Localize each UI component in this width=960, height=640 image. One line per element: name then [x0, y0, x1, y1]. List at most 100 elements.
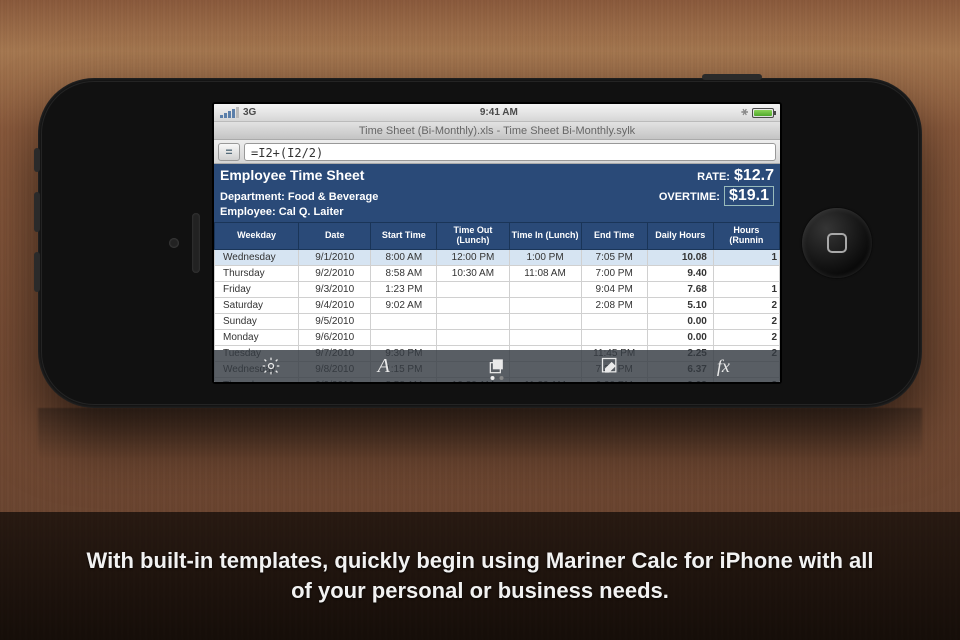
- spreadsheet-grid[interactable]: WeekdayDateStart TimeTime Out (Lunch)Tim…: [214, 222, 780, 382]
- statusbar: 3G 9:41 AM ⚹: [214, 104, 780, 122]
- settings-icon[interactable]: [259, 354, 283, 378]
- sheets-icon[interactable]: [485, 354, 509, 378]
- cell[interactable]: [437, 313, 509, 329]
- caption-text: With built-in templates, quickly begin u…: [80, 546, 880, 605]
- font-icon[interactable]: A: [372, 354, 396, 378]
- cell[interactable]: 9/3/2010: [299, 281, 371, 297]
- ot-value: $19.1: [724, 186, 774, 206]
- col-header: Date: [299, 223, 371, 250]
- col-header: Time Out (Lunch): [437, 223, 509, 250]
- clock: 9:41 AM: [480, 107, 518, 118]
- cell[interactable]: 9/5/2010: [299, 313, 371, 329]
- function-icon[interactable]: fx: [711, 354, 735, 378]
- cell[interactable]: 2: [713, 297, 779, 313]
- cell[interactable]: [437, 281, 509, 297]
- front-camera: [169, 238, 179, 248]
- cell[interactable]: 8:00 AM: [371, 249, 437, 265]
- cell[interactable]: 12:00 PM: [437, 249, 509, 265]
- cell[interactable]: Sunday: [215, 313, 299, 329]
- cell[interactable]: 1: [713, 249, 779, 265]
- table-row[interactable]: Wednesday9/1/20108:00 AM12:00 PM1:00 PM7…: [215, 249, 780, 265]
- cell[interactable]: 1: [713, 281, 779, 297]
- cell[interactable]: [509, 329, 581, 345]
- cell[interactable]: [509, 313, 581, 329]
- cell[interactable]: Monday: [215, 329, 299, 345]
- cell[interactable]: 1:23 PM: [371, 281, 437, 297]
- document-title: Time Sheet (Bi-Monthly).xls - Time Sheet…: [214, 122, 780, 140]
- earpiece-area: [154, 78, 194, 408]
- col-header: Weekday: [215, 223, 299, 250]
- col-header: Hours (Runnin: [713, 223, 779, 250]
- rate-label: RATE:: [697, 171, 730, 183]
- cell[interactable]: [371, 313, 437, 329]
- cell[interactable]: 2: [713, 313, 779, 329]
- cell[interactable]: [509, 297, 581, 313]
- cell[interactable]: [581, 329, 647, 345]
- cell[interactable]: Thursday: [215, 265, 299, 281]
- cell[interactable]: 2:08 PM: [581, 297, 647, 313]
- cell[interactable]: 9/6/2010: [299, 329, 371, 345]
- cell[interactable]: 9.40: [647, 265, 713, 281]
- cell[interactable]: 0.00: [647, 313, 713, 329]
- sheet-title: Employee Time Sheet: [220, 167, 364, 183]
- cell[interactable]: Friday: [215, 281, 299, 297]
- signal-icon: [220, 107, 239, 118]
- formula-input[interactable]: =I2+(I2/2): [244, 143, 776, 161]
- emp-label: Employee:: [220, 206, 276, 218]
- screen: 3G 9:41 AM ⚹ Time Sheet (Bi-Monthly).xls…: [212, 102, 782, 384]
- col-header: Daily Hours: [647, 223, 713, 250]
- cell[interactable]: Wednesday: [215, 249, 299, 265]
- col-header: Start Time: [371, 223, 437, 250]
- fx-toggle-button[interactable]: =: [218, 143, 240, 161]
- cell[interactable]: 9/1/2010: [299, 249, 371, 265]
- ot-label: OVERTIME:: [659, 191, 720, 203]
- speaker-slot: [192, 213, 200, 273]
- cell[interactable]: 9/2/2010: [299, 265, 371, 281]
- table-row[interactable]: Saturday9/4/20109:02 AM 2:08 PM5.102: [215, 297, 780, 313]
- phone-reflection: [38, 408, 922, 480]
- bottom-toolbar: A fx: [214, 350, 780, 382]
- cell[interactable]: Saturday: [215, 297, 299, 313]
- caption-band: With built-in templates, quickly begin u…: [0, 512, 960, 640]
- emp-value: Cal Q. Laiter: [279, 206, 344, 218]
- table-row[interactable]: Friday9/3/20101:23 PM 9:04 PM7.681: [215, 281, 780, 297]
- dept-value: Food & Beverage: [288, 191, 378, 203]
- cell[interactable]: 9:04 PM: [581, 281, 647, 297]
- table-row[interactable]: Sunday9/5/2010 0.002: [215, 313, 780, 329]
- cell[interactable]: 9:02 AM: [371, 297, 437, 313]
- home-button[interactable]: [802, 208, 872, 278]
- volume-buttons: [34, 148, 40, 292]
- cell[interactable]: 0.00: [647, 329, 713, 345]
- col-header: Time In (Lunch): [509, 223, 581, 250]
- cell[interactable]: 1:00 PM: [509, 249, 581, 265]
- cell[interactable]: [437, 329, 509, 345]
- cell[interactable]: [371, 329, 437, 345]
- table-row[interactable]: Thursday9/2/20108:58 AM10:30 AM11:08 AM7…: [215, 265, 780, 281]
- battery-icon: [752, 108, 774, 118]
- sheet-header: Employee Time Sheet RATE: $12.7 Departmen…: [214, 164, 780, 222]
- cell[interactable]: 2: [713, 329, 779, 345]
- rate-value: $12.7: [734, 167, 774, 184]
- cell[interactable]: 8:58 AM: [371, 265, 437, 281]
- cell[interactable]: [437, 297, 509, 313]
- cell[interactable]: 10.08: [647, 249, 713, 265]
- col-header: End Time: [581, 223, 647, 250]
- cell[interactable]: [509, 281, 581, 297]
- cell[interactable]: 9/4/2010: [299, 297, 371, 313]
- bluetooth-icon: ⚹: [741, 106, 748, 119]
- edit-icon[interactable]: [598, 354, 622, 378]
- cell[interactable]: 7:00 PM: [581, 265, 647, 281]
- network-label: 3G: [243, 107, 256, 118]
- iphone-frame: 3G 9:41 AM ⚹ Time Sheet (Bi-Monthly).xls…: [38, 78, 922, 408]
- dept-label: Department:: [220, 191, 285, 203]
- page-dots: [491, 376, 504, 380]
- cell[interactable]: [713, 265, 779, 281]
- cell[interactable]: 10:30 AM: [437, 265, 509, 281]
- cell[interactable]: 11:08 AM: [509, 265, 581, 281]
- table-row[interactable]: Monday9/6/2010 0.002: [215, 329, 780, 345]
- cell[interactable]: 7:05 PM: [581, 249, 647, 265]
- cell[interactable]: 7.68: [647, 281, 713, 297]
- cell[interactable]: [581, 313, 647, 329]
- power-button: [702, 74, 762, 80]
- cell[interactable]: 5.10: [647, 297, 713, 313]
